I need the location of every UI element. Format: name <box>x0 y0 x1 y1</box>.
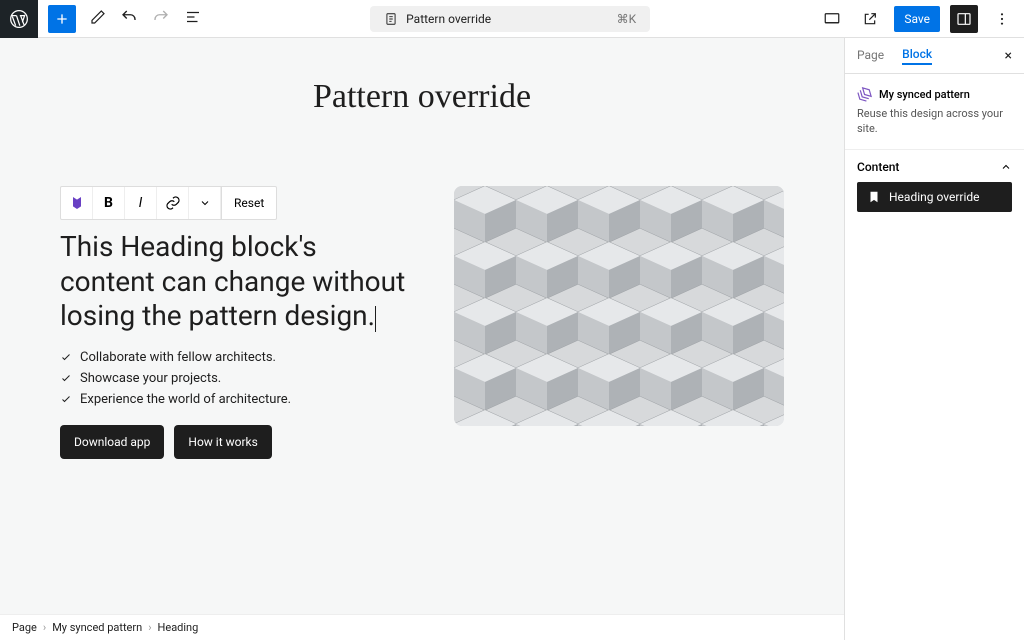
editor-body: Pattern override B I Reset This Heading … <box>0 38 1024 640</box>
check-icon <box>60 393 72 405</box>
check-icon <box>60 351 72 363</box>
block-info-panel: My synced pattern Reuse this design acro… <box>845 74 1024 150</box>
undo-icon[interactable] <box>120 8 138 30</box>
left-column: B I Reset This Heading block's content c… <box>60 186 414 459</box>
top-toolbar: Pattern override ⌘K Save <box>0 0 1024 38</box>
chevron-up-icon <box>1000 161 1012 173</box>
add-block-button[interactable] <box>48 5 76 33</box>
sidebar-tabs: Page Block × <box>845 38 1024 74</box>
document-title-pill[interactable]: Pattern override ⌘K <box>370 6 650 32</box>
chevron-right-icon: › <box>43 621 46 634</box>
tool-icons-group <box>90 8 202 30</box>
external-preview-icon[interactable] <box>856 5 884 33</box>
breadcrumb-item[interactable]: My synced pattern <box>52 621 142 634</box>
list-item[interactable]: Collaborate with fellow architects. <box>60 350 414 365</box>
redo-icon[interactable] <box>152 8 170 30</box>
list-item[interactable]: Experience the world of architecture. <box>60 392 414 407</box>
content-section-header[interactable]: Content <box>857 160 1012 174</box>
page-icon <box>384 12 398 26</box>
settings-sidebar: Page Block × My synced pattern Reuse thi… <box>844 38 1024 640</box>
document-bar: Pattern override ⌘K <box>202 6 818 32</box>
reset-button[interactable]: Reset <box>221 187 276 219</box>
feature-list: Collaborate with fellow architects. Show… <box>60 350 414 407</box>
how-it-works-button[interactable]: How it works <box>174 425 271 459</box>
keyboard-shortcut: ⌘K <box>617 12 637 26</box>
list-item[interactable]: Showcase your projects. <box>60 371 414 386</box>
block-toolbar: B I Reset <box>60 186 277 220</box>
heading-block[interactable]: This Heading block's content can change … <box>60 230 414 334</box>
editor-canvas[interactable]: Pattern override B I Reset This Heading … <box>0 38 844 640</box>
download-button[interactable]: Download app <box>60 425 164 459</box>
pattern-icon <box>857 86 873 102</box>
settings-panel-toggle-icon[interactable] <box>950 5 978 33</box>
document-title: Pattern override <box>406 12 491 26</box>
chevron-right-icon: › <box>148 621 151 634</box>
more-options-icon[interactable] <box>988 5 1016 33</box>
page-title[interactable]: Pattern override <box>0 78 844 116</box>
block-name: My synced pattern <box>879 88 970 101</box>
right-toolbar: Save <box>818 5 1016 33</box>
button-group: Download app How it works <box>60 425 414 459</box>
preview-icon[interactable] <box>818 5 846 33</box>
link-icon[interactable] <box>157 187 189 219</box>
block-type-icon[interactable] <box>61 187 93 219</box>
breadcrumb-item[interactable]: Page <box>12 621 37 634</box>
pattern-content-row: B I Reset This Heading block's content c… <box>60 186 784 459</box>
content-item-heading-override[interactable]: Heading override <box>857 182 1012 212</box>
tab-block[interactable]: Block <box>902 47 932 65</box>
block-description: Reuse this design across your site. <box>857 106 1012 137</box>
save-button[interactable]: Save <box>894 6 940 32</box>
edit-icon[interactable] <box>90 9 106 29</box>
breadcrumb: Page › My synced pattern › Heading <box>0 614 844 640</box>
content-section: Content Heading override <box>845 150 1024 222</box>
bookmark-icon <box>867 190 881 204</box>
wordpress-logo-icon[interactable] <box>0 0 38 38</box>
tab-page[interactable]: Page <box>857 48 884 64</box>
italic-icon[interactable]: I <box>125 187 157 219</box>
bold-icon[interactable]: B <box>93 187 125 219</box>
breadcrumb-item[interactable]: Heading <box>158 621 199 634</box>
close-sidebar-icon[interactable]: × <box>1005 48 1012 64</box>
block-name-row: My synced pattern <box>857 86 1012 102</box>
more-formatting-icon[interactable] <box>189 187 221 219</box>
check-icon <box>60 372 72 384</box>
architecture-image[interactable] <box>454 186 784 426</box>
text-cursor <box>375 306 376 332</box>
document-overview-icon[interactable] <box>184 8 202 30</box>
